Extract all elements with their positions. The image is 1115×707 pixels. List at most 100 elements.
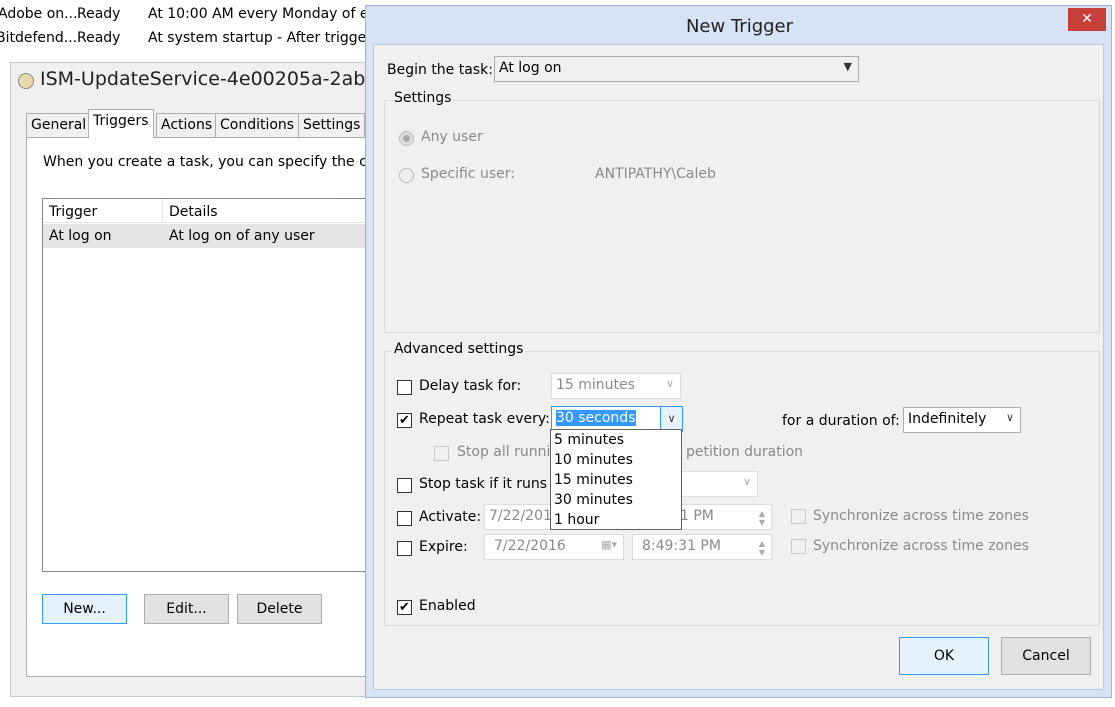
expire-label: Expire: <box>419 539 468 555</box>
tab-general[interactable]: General <box>26 113 92 137</box>
expire-checkbox[interactable] <box>397 541 412 556</box>
triggers-table: Trigger Details At log on At log on of a… <box>42 198 373 572</box>
begin-task-label: Begin the task: <box>387 62 493 78</box>
new-trigger-dialog: New Trigger ✕ Begin the task: At log on ▼… <box>365 5 1112 698</box>
dialog-title: New Trigger <box>685 16 794 37</box>
spinner-icon[interactable]: ▲ ▼ <box>759 509 765 527</box>
date-value: 7/22/201 <box>489 508 552 524</box>
activate-checkbox[interactable] <box>397 511 412 526</box>
stop-if-label: Stop task if it runs lo <box>419 476 564 492</box>
task-status: Ready <box>77 6 121 22</box>
task-trigger: At system startup - After triggere <box>148 30 381 46</box>
task-name: Bitdefend... <box>0 30 78 46</box>
activate-sync-checkbox[interactable] <box>791 509 806 524</box>
task-name: Adobe on... <box>0 6 78 22</box>
tab-label: Settings <box>303 117 361 133</box>
chevron-down-icon: ∨ <box>665 377 674 390</box>
tab-triggers[interactable]: Triggers <box>88 109 154 138</box>
button-label: OK <box>933 648 955 664</box>
select-value: 15 minutes <box>556 377 635 393</box>
activate-sync-label: Synchronize across time zones <box>813 508 1029 524</box>
chevron-down-icon: ▼ <box>843 60 852 73</box>
chevron-down-icon[interactable]: ∨ <box>660 407 682 431</box>
dropdown-option[interactable]: 15 minutes <box>551 470 681 490</box>
button-label: Cancel <box>1022 648 1070 664</box>
table-row[interactable]: At log on At log on of any user <box>43 224 373 248</box>
delay-checkbox[interactable] <box>397 380 412 395</box>
begin-task-select[interactable]: At log on ▼ <box>494 56 859 82</box>
select-value: 30 seconds <box>556 410 636 426</box>
edit-button[interactable]: Edit... <box>144 594 229 624</box>
cancel-button[interactable]: Cancel <box>1001 637 1091 675</box>
expire-time[interactable]: 8:49:31 PM ▲ ▼ <box>632 534 772 560</box>
triggers-panel: When you create a task, you can specify … <box>26 137 393 677</box>
specific-user-radio[interactable] <box>399 168 414 183</box>
tab-label: Conditions <box>220 117 295 133</box>
activate-label: Activate: <box>419 509 482 525</box>
user-name: ANTIPATHY\Caleb <box>595 166 716 182</box>
close-icon: ✕ <box>1081 11 1093 27</box>
button-label: New... <box>63 601 106 617</box>
delay-label: Delay task for: <box>419 378 522 394</box>
enabled-label: Enabled <box>419 598 476 614</box>
settings-label: Settings <box>392 90 454 106</box>
ok-button[interactable]: OK <box>899 637 989 675</box>
dropdown-option[interactable]: 1 hour <box>551 510 681 530</box>
table-header: Trigger Details <box>43 199 373 223</box>
button-label: Delete <box>256 601 303 617</box>
tab-label: Triggers <box>93 113 149 129</box>
any-user-label: Any user <box>421 129 483 145</box>
stop-if-select[interactable]: ∨ <box>674 471 758 497</box>
task-trigger: At 10:00 AM every Monday of ev <box>148 6 377 22</box>
tab-conditions[interactable]: Conditions <box>215 113 300 137</box>
settings-group <box>384 100 1100 333</box>
cell-details: At log on of any user <box>169 228 315 244</box>
task-properties-window: ISM-UpdateService-4e00205a-2ab1-44 Gener… <box>10 62 408 697</box>
spinner-icon[interactable]: ▲ ▼ <box>759 539 765 557</box>
tab-label: Actions <box>161 117 213 133</box>
task-status: Ready <box>77 30 121 46</box>
window-title: ISM-UpdateService-4e00205a-2ab1-44 <box>40 68 409 90</box>
dropdown-option[interactable]: 10 minutes <box>551 450 681 470</box>
repeat-dropdown-list: 5 minutes 10 minutes 15 minutes 30 minut… <box>550 429 682 530</box>
clock-icon <box>18 73 34 89</box>
calendar-icon[interactable]: ▦▾ <box>601 538 617 551</box>
select-value: Indefinitely <box>908 411 987 427</box>
tab-actions[interactable]: Actions <box>156 113 218 137</box>
description-text: When you create a task, you can specify … <box>43 154 394 170</box>
new-button[interactable]: New... <box>42 594 127 624</box>
repeat-label: Repeat task every: <box>419 411 550 427</box>
specific-user-label: Specific user: <box>421 166 515 182</box>
column-header-trigger[interactable]: Trigger <box>49 204 97 220</box>
stop-all-label: Stop all runni <box>457 444 551 460</box>
chevron-down-icon: ∨ <box>1005 411 1014 424</box>
column-divider <box>162 199 163 223</box>
button-label: Edit... <box>166 601 207 617</box>
stop-if-checkbox[interactable] <box>397 478 412 493</box>
cell-trigger: At log on <box>49 228 112 244</box>
date-value: 7/22/2016 <box>494 538 566 554</box>
tab-label: General <box>31 117 87 133</box>
expire-sync-checkbox[interactable] <box>791 539 806 554</box>
select-value: At log on <box>499 60 562 76</box>
stop-all-label-tail: petition duration <box>686 444 804 460</box>
advanced-settings-label: Advanced settings <box>392 341 526 357</box>
delete-button[interactable]: Delete <box>237 594 322 624</box>
duration-label: for a duration of: <box>782 413 900 429</box>
stop-all-checkbox[interactable] <box>434 446 449 461</box>
dropdown-option[interactable]: 5 minutes <box>551 430 681 450</box>
time-value: 8:49:31 PM <box>642 538 721 554</box>
expire-sync-label: Synchronize across time zones <box>813 538 1029 554</box>
duration-select[interactable]: Indefinitely ∨ <box>903 407 1021 433</box>
expire-date[interactable]: 7/22/2016 ▦▾ <box>484 534 624 560</box>
chevron-down-icon: ∨ <box>742 475 751 488</box>
repeat-checkbox[interactable]: ✔ <box>397 413 412 428</box>
enabled-checkbox[interactable]: ✔ <box>397 600 412 615</box>
delay-select[interactable]: 15 minutes ∨ <box>551 373 681 399</box>
close-button[interactable]: ✕ <box>1068 8 1106 31</box>
dropdown-option[interactable]: 30 minutes <box>551 490 681 510</box>
any-user-radio[interactable] <box>399 131 414 146</box>
column-header-details[interactable]: Details <box>169 204 218 220</box>
dialog-body: Begin the task: At log on ▼ Settings Any … <box>373 44 1104 690</box>
tab-settings[interactable]: Settings <box>298 113 366 137</box>
